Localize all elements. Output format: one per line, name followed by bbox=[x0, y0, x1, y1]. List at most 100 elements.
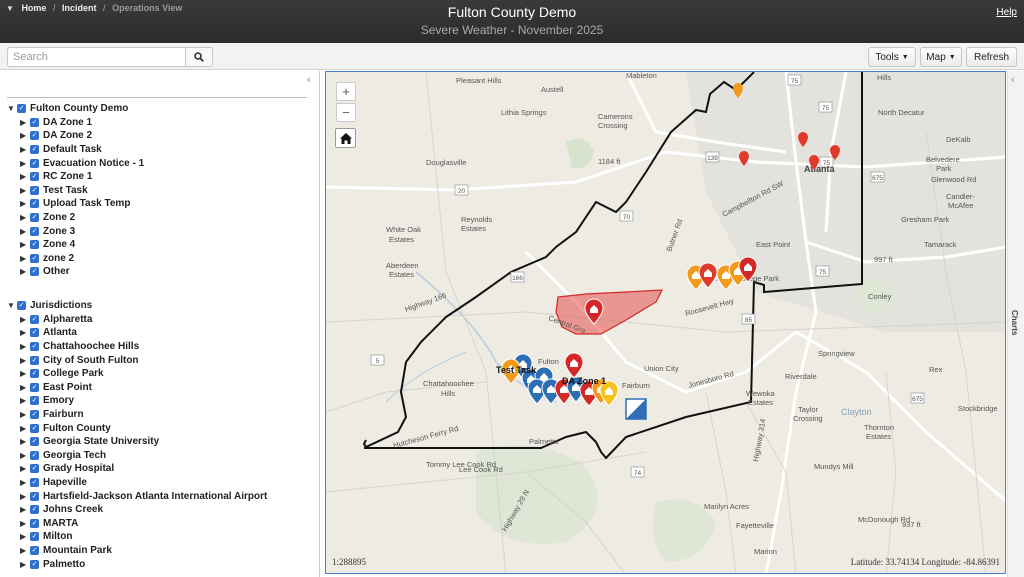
jurisdiction-item-row[interactable]: ▶ ✓ Chattahoochee Hills bbox=[20, 340, 267, 354]
map-canvas[interactable]: 7575751392070166585675147475675 Pleasant… bbox=[326, 72, 1006, 574]
expand-arrow-icon[interactable]: ▶ bbox=[20, 478, 30, 487]
zoom-in-button[interactable]: + bbox=[336, 82, 356, 101]
expand-arrow-icon[interactable]: ▶ bbox=[20, 464, 30, 473]
refresh-button[interactable]: Refresh bbox=[966, 47, 1017, 67]
expand-arrow-icon[interactable]: ▶ bbox=[20, 532, 30, 541]
layer-item-row[interactable]: ▶ ✓ Upload Task Temp bbox=[20, 197, 144, 211]
jurisdiction-item-row[interactable]: ▶ ✓ Emory bbox=[20, 394, 267, 408]
checkbox[interactable]: ✓ bbox=[30, 158, 39, 168]
expand-arrow-icon[interactable]: ▶ bbox=[20, 396, 30, 405]
expand-arrow-icon[interactable]: ▶ bbox=[20, 451, 30, 460]
expand-arrow-icon[interactable]: ▶ bbox=[20, 519, 30, 528]
checkbox[interactable]: ✓ bbox=[30, 199, 39, 209]
checkbox[interactable]: ✓ bbox=[30, 117, 39, 127]
checkbox[interactable]: ✓ bbox=[30, 505, 39, 515]
jurisdiction-item-row[interactable]: ▶ ✓ College Park bbox=[20, 367, 267, 381]
layer-item-row[interactable]: ▶ ✓ Zone 4 bbox=[20, 238, 144, 252]
layer-item-row[interactable]: ▶ ✓ Zone 2 bbox=[20, 211, 144, 225]
jurisdiction-item-row[interactable]: ▶ ✓ Georgia State University bbox=[20, 435, 267, 449]
jurisdiction-item-row[interactable]: ▶ ✓ Georgia Tech bbox=[20, 449, 267, 463]
expand-arrow-icon[interactable]: ▶ bbox=[20, 145, 30, 154]
checkbox[interactable]: ✓ bbox=[30, 464, 39, 474]
expand-toggle-icon[interactable]: ▼ bbox=[7, 104, 17, 113]
checkbox[interactable]: ✓ bbox=[30, 267, 39, 277]
checkbox[interactable]: ✓ bbox=[30, 450, 39, 460]
expand-arrow-icon[interactable]: ▶ bbox=[20, 383, 30, 392]
jurisdiction-item-row[interactable]: ▶ ✓ Fulton County bbox=[20, 421, 267, 435]
layer-item-row[interactable]: ▶ ✓ zone 2 bbox=[20, 252, 144, 266]
jurisdiction-item-row[interactable]: ▶ ✓ Palmetto bbox=[20, 557, 267, 571]
checkbox[interactable]: ✓ bbox=[30, 423, 39, 433]
tools-dropdown-button[interactable]: Tools ▼ bbox=[868, 47, 916, 67]
tree-root-row[interactable]: ▼ ✓ Fulton County Demo bbox=[7, 102, 144, 116]
checkbox[interactable]: ✓ bbox=[30, 213, 39, 223]
expand-arrow-icon[interactable]: ▶ bbox=[20, 356, 30, 365]
checkbox[interactable]: ✓ bbox=[30, 545, 39, 555]
checkbox[interactable]: ✓ bbox=[30, 491, 39, 501]
map-dropdown-button[interactable]: Map ▼ bbox=[920, 47, 962, 67]
checkbox[interactable]: ✓ bbox=[17, 301, 26, 311]
expand-arrow-icon[interactable]: ▶ bbox=[20, 505, 30, 514]
checkbox[interactable]: ✓ bbox=[30, 314, 39, 324]
checkbox[interactable]: ✓ bbox=[30, 253, 39, 263]
jurisdiction-item-row[interactable]: ▶ ✓ Milton bbox=[20, 530, 267, 544]
search-input[interactable] bbox=[7, 47, 186, 67]
square-marker-icon[interactable] bbox=[625, 398, 647, 420]
expand-toggle-icon[interactable]: ▼ bbox=[7, 301, 17, 310]
checkbox[interactable]: ✓ bbox=[30, 410, 39, 420]
expand-arrow-icon[interactable]: ▶ bbox=[20, 492, 30, 501]
layer-item-row[interactable]: ▶ ✓ Zone 3 bbox=[20, 224, 144, 238]
layer-item-row[interactable]: ▶ ✓ Default Task bbox=[20, 143, 144, 157]
charts-panel-tab[interactable]: Charts bbox=[1010, 310, 1019, 335]
tree-root-row[interactable]: ▼ ✓ Jurisdictions bbox=[7, 299, 267, 313]
checkbox[interactable]: ✓ bbox=[30, 328, 39, 338]
expand-arrow-icon[interactable]: ▶ bbox=[20, 240, 30, 249]
checkbox[interactable]: ✓ bbox=[30, 185, 39, 195]
checkbox[interactable]: ✓ bbox=[30, 369, 39, 379]
jurisdiction-item-row[interactable]: ▶ ✓ Hapeville bbox=[20, 476, 267, 490]
checkbox[interactable]: ✓ bbox=[30, 342, 39, 352]
expand-arrow-icon[interactable]: ▶ bbox=[20, 410, 30, 419]
expand-arrow-icon[interactable]: ▶ bbox=[20, 342, 30, 351]
jurisdiction-item-row[interactable]: ▶ ✓ MARTA bbox=[20, 517, 267, 531]
checkbox[interactable]: ✓ bbox=[30, 437, 39, 447]
collapse-sidebar-icon[interactable]: ‹ bbox=[307, 74, 311, 86]
checkbox[interactable]: ✓ bbox=[30, 518, 39, 528]
expand-arrow-icon[interactable]: ▶ bbox=[20, 172, 30, 181]
checkbox[interactable]: ✓ bbox=[30, 226, 39, 236]
layer-item-row[interactable]: ▶ ✓ Test Task bbox=[20, 184, 144, 198]
expand-arrow-icon[interactable]: ▶ bbox=[20, 546, 30, 555]
checkbox[interactable]: ✓ bbox=[30, 532, 39, 542]
layer-item-row[interactable]: ▶ ✓ Evacuation Notice - 1 bbox=[20, 156, 144, 170]
checkbox[interactable]: ✓ bbox=[30, 478, 39, 488]
checkbox[interactable]: ✓ bbox=[30, 396, 39, 406]
jurisdiction-item-row[interactable]: ▶ ✓ Atlanta bbox=[20, 326, 267, 340]
jurisdiction-item-row[interactable]: ▶ ✓ Alpharetta bbox=[20, 313, 267, 327]
expand-arrow-icon[interactable]: ▶ bbox=[20, 369, 30, 378]
expand-arrow-icon[interactable]: ▶ bbox=[20, 159, 30, 168]
expand-arrow-icon[interactable]: ▶ bbox=[20, 328, 30, 337]
jurisdiction-item-row[interactable]: ▶ ✓ Hartsfield-Jackson Atlanta Internation… bbox=[20, 489, 267, 503]
checkbox[interactable]: ✓ bbox=[17, 104, 26, 114]
checkbox[interactable]: ✓ bbox=[30, 131, 39, 141]
expand-arrow-icon[interactable]: ▶ bbox=[20, 118, 30, 127]
expand-arrow-icon[interactable]: ▶ bbox=[20, 227, 30, 236]
checkbox[interactable]: ✓ bbox=[30, 240, 39, 250]
jurisdiction-item-row[interactable]: ▶ ✓ Mountain Park bbox=[20, 544, 267, 558]
expand-arrow-icon[interactable]: ▶ bbox=[20, 131, 30, 140]
checkbox[interactable]: ✓ bbox=[30, 145, 39, 155]
layer-item-row[interactable]: ▶ ✓ DA Zone 1 bbox=[20, 116, 144, 130]
expand-arrow-icon[interactable]: ▶ bbox=[20, 267, 30, 276]
jurisdiction-item-row[interactable]: ▶ ✓ Grady Hospital bbox=[20, 462, 267, 476]
expand-arrow-icon[interactable]: ▶ bbox=[20, 437, 30, 446]
jurisdiction-item-row[interactable]: ▶ ✓ Fairburn bbox=[20, 408, 267, 422]
expand-arrow-icon[interactable]: ▶ bbox=[20, 560, 30, 569]
expand-arrow-icon[interactable]: ▶ bbox=[20, 186, 30, 195]
checkbox[interactable]: ✓ bbox=[30, 172, 39, 182]
expand-arrow-icon[interactable]: ▶ bbox=[20, 254, 30, 263]
home-extent-button[interactable] bbox=[335, 128, 356, 148]
map-view[interactable]: 7575751392070166585675147475675 Pleasant… bbox=[325, 71, 1006, 574]
help-link[interactable]: Help bbox=[996, 7, 1017, 18]
jurisdiction-item-row[interactable]: ▶ ✓ City of South Fulton bbox=[20, 353, 267, 367]
layer-item-row[interactable]: ▶ ✓ RC Zone 1 bbox=[20, 170, 144, 184]
